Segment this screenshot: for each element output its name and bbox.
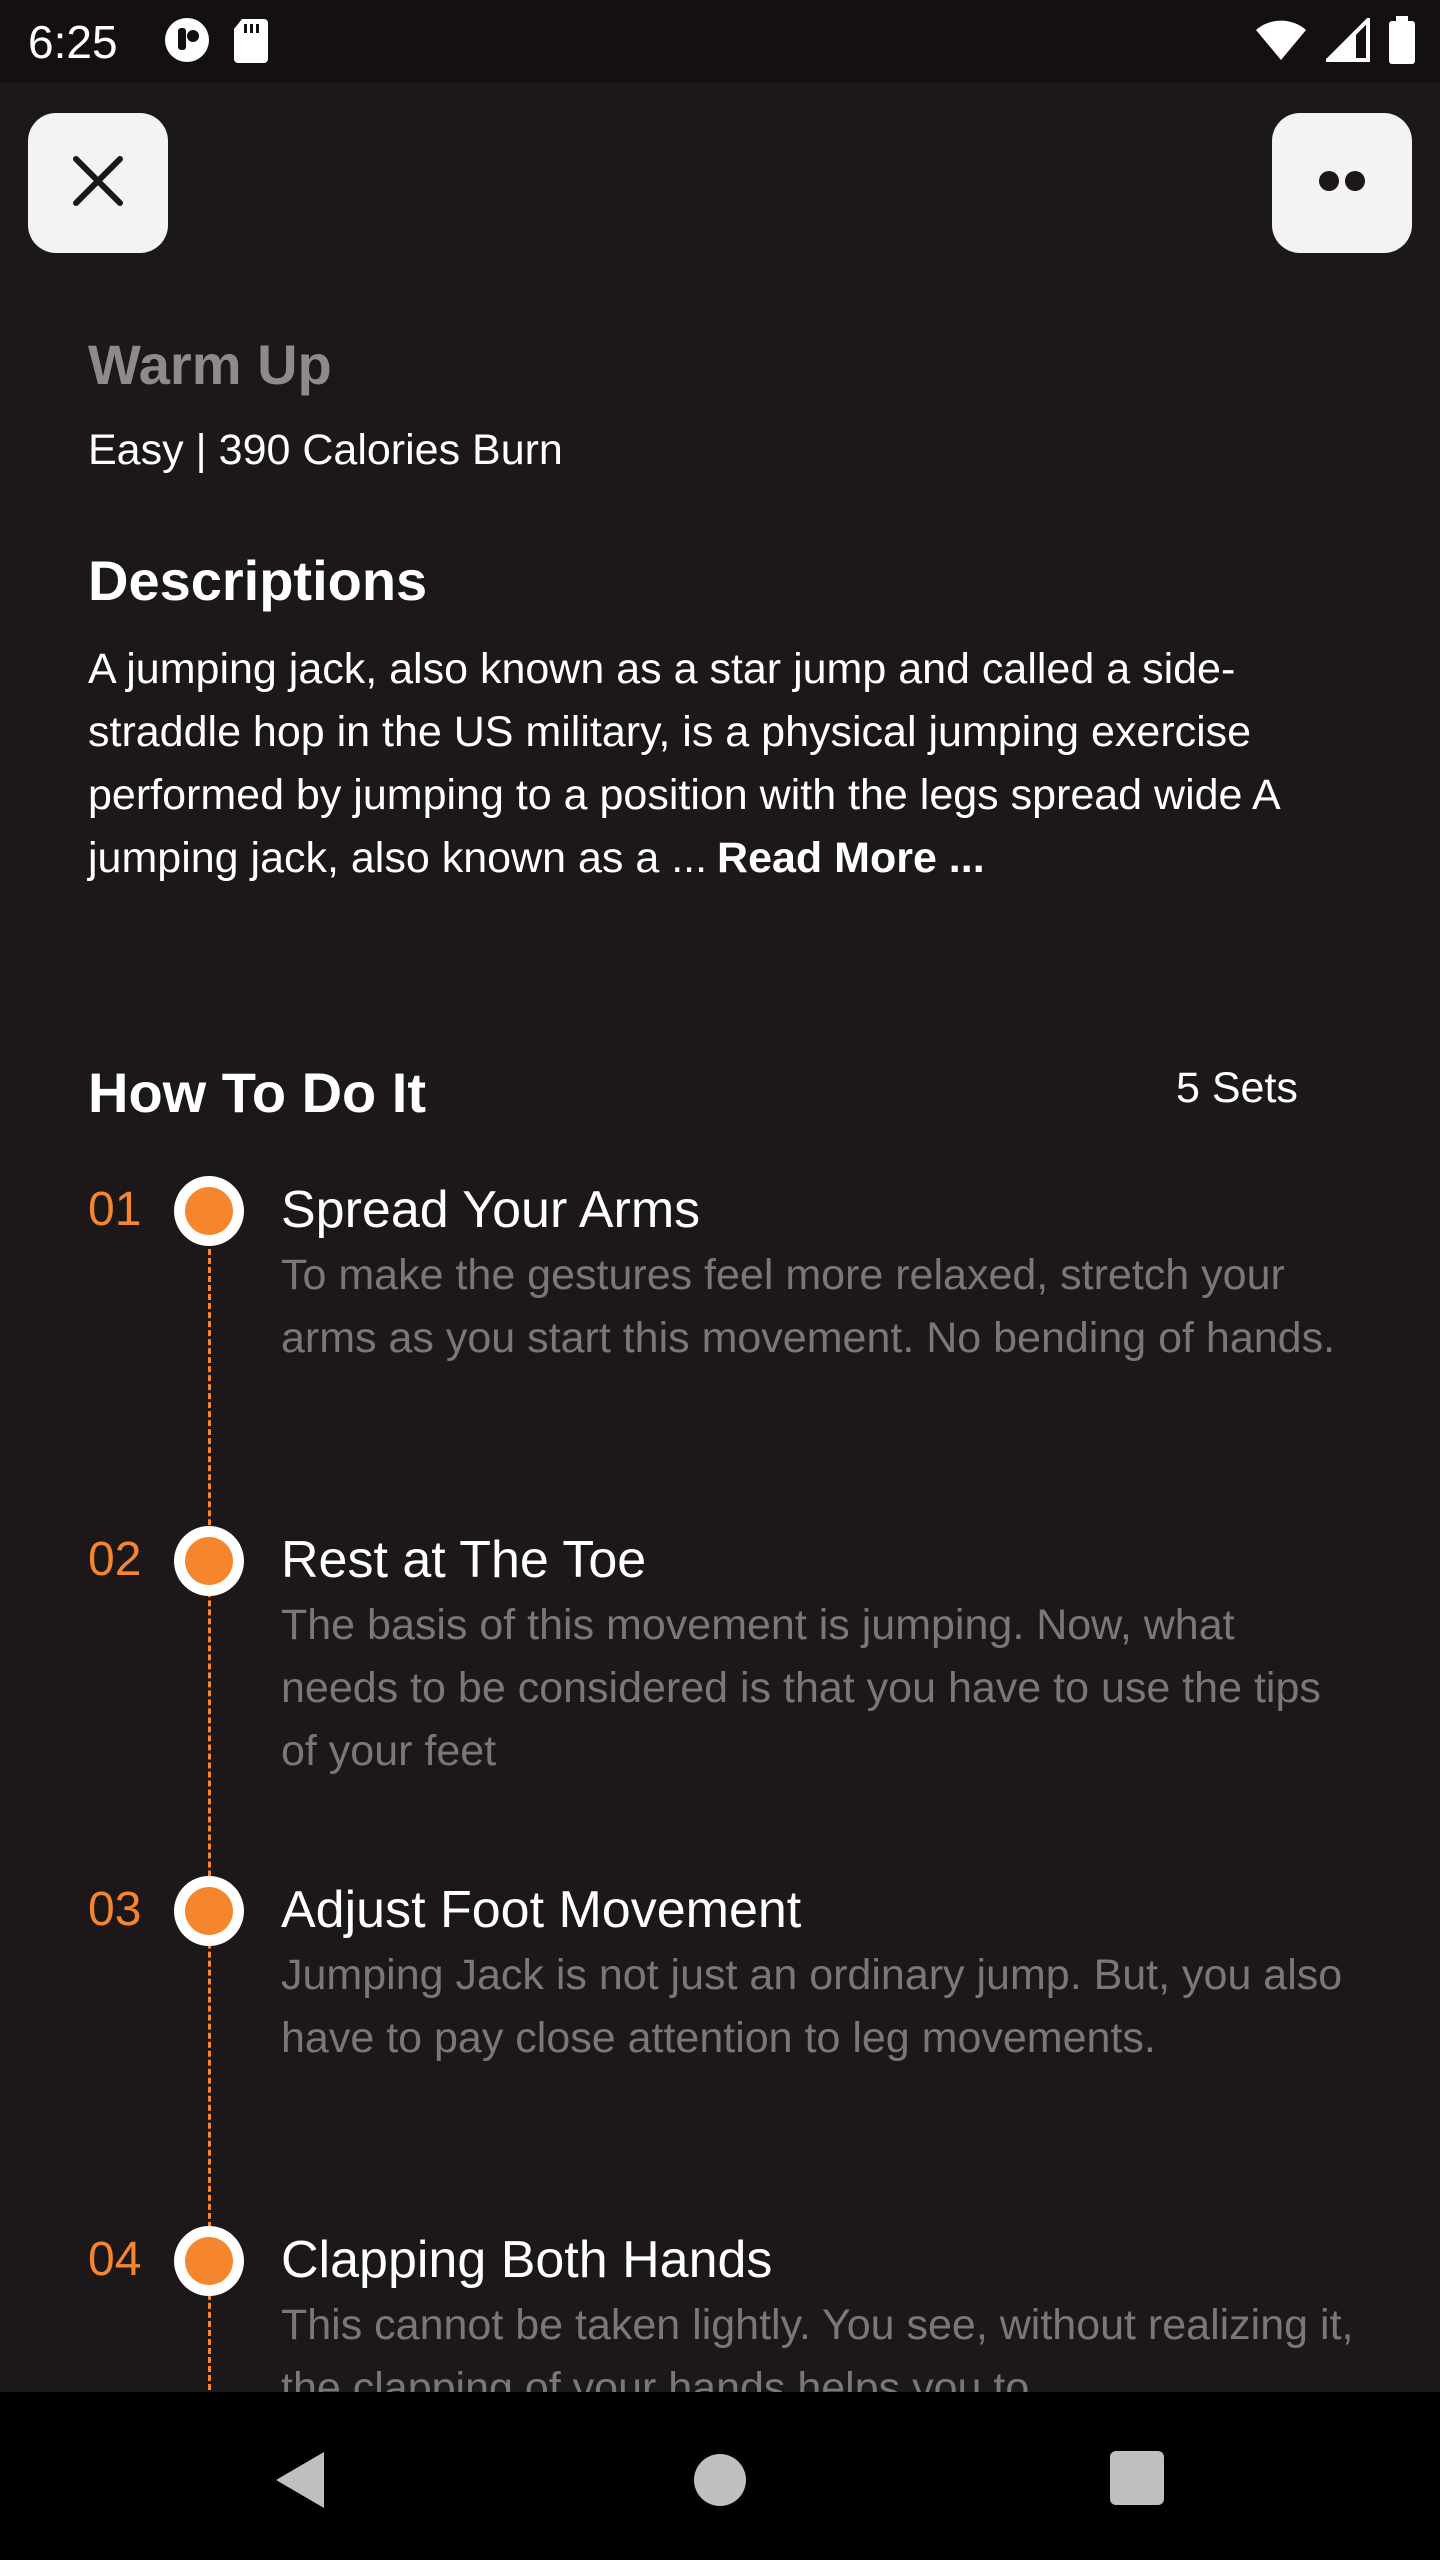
step-number: 02: [88, 1533, 142, 1586]
workout-meta: Easy | 390 Calories Burn: [88, 426, 563, 474]
cellular-signal-icon: [1323, 14, 1370, 67]
step-number: 01: [88, 1183, 142, 1236]
status-time: 6:25: [28, 16, 118, 68]
close-button[interactable]: [28, 113, 168, 253]
step-description: Jumping Jack is not just an ordinary jum…: [281, 1951, 1343, 2062]
step-marker: [174, 1526, 244, 1596]
step-marker: [174, 2226, 244, 2296]
workout-title: Warm Up: [88, 333, 332, 396]
more-dots-icon: [1312, 169, 1372, 198]
home-icon[interactable]: [694, 2454, 746, 2506]
step-title: Clapping Both Hands: [281, 2231, 773, 2289]
status-bar: 6:25: [0, 0, 1440, 83]
step-marker: [174, 1176, 244, 1246]
recents-icon[interactable]: [1110, 2451, 1164, 2505]
step-marker: [174, 1876, 244, 1946]
step-description: To make the gestures feel more relaxed, …: [281, 1251, 1336, 1362]
descriptions-heading: Descriptions: [88, 549, 428, 612]
step-title: Spread Your Arms: [281, 1181, 701, 1239]
step-number: 03: [88, 1883, 142, 1936]
read-more-link[interactable]: Read More ...: [717, 834, 985, 882]
step-number: 04: [88, 2233, 142, 2286]
back-icon[interactable]: [272, 2450, 328, 2515]
description-body: A jumping jack, also known as a star jum…: [88, 645, 1279, 882]
how-to-heading: How To Do It: [88, 1061, 426, 1124]
status-icons-left: [162, 16, 270, 69]
status-icons-right: [1254, 14, 1416, 69]
wifi-icon: [1254, 18, 1308, 67]
description-text: A jumping jack, also known as a star jum…: [88, 638, 1348, 890]
timeline-line: [208, 1240, 211, 2390]
sd-card-icon: [232, 17, 270, 68]
step-title: Rest at The Toe: [281, 1531, 647, 1589]
battery-icon: [1388, 15, 1416, 69]
more-options-button[interactable]: [1272, 113, 1412, 253]
notification-app-icon: [162, 16, 212, 69]
step-title: Adjust Foot Movement: [281, 1881, 802, 1939]
sets-count: 5 Sets: [1176, 1064, 1298, 1112]
step-description: The basis of this movement is jumping. N…: [281, 1601, 1321, 1775]
close-icon: [70, 153, 126, 214]
